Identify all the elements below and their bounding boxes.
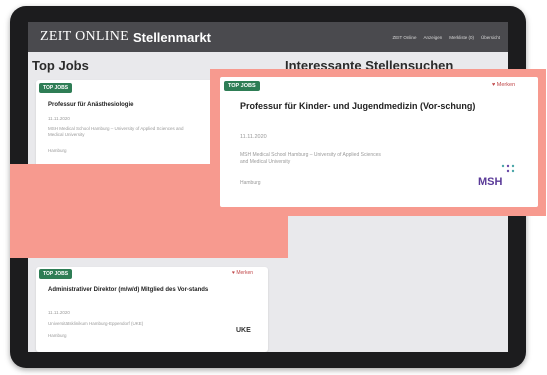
top-navigation: ZEIT Online Anzeigen Merkliste (0) Übers… [393, 35, 500, 40]
logo-dots-icon [501, 164, 515, 173]
job-employer: MSH Medical School Hamburg – University … [48, 126, 184, 137]
site-logo-sub[interactable]: Stellenmarkt [133, 30, 211, 45]
nav-item-merkliste[interactable]: Merkliste (0) [449, 35, 474, 40]
top-jobs-badge: TOP JOBS [39, 269, 73, 279]
job-date: 11.11.2020 [48, 310, 70, 315]
site-header: ZEIT ONLINE Stellenmarkt ZEIT Online Anz… [28, 22, 508, 52]
merken-button[interactable]: ♥ Merken [232, 270, 253, 276]
nav-item-uebersicht[interactable]: Übersicht [481, 35, 500, 40]
top-jobs-badge: TOP JOBS [39, 83, 73, 93]
job-date: 11.11.2020 [240, 134, 267, 140]
employer-logo: MSH [478, 176, 503, 188]
top-jobs-heading: Top Jobs [32, 58, 89, 73]
employer-logo: UKE [236, 327, 251, 334]
featured-job-card[interactable]: TOP JOBS ♥ Merken Professur für Kinder- … [220, 77, 538, 207]
job-location: Hamburg [240, 180, 261, 186]
job-date: 11.11.2020 [48, 116, 70, 121]
site-logo[interactable]: ZEIT ONLINE [40, 29, 129, 45]
job-employer: Universitätsklinikum Hamburg-Eppendorf (… [48, 321, 144, 326]
job-employer: MSH Medical School Hamburg – University … [240, 152, 381, 165]
job-card[interactable]: TOP JOBS ♥ Merken Administrativer Direkt… [36, 267, 268, 352]
top-jobs-badge: TOP JOBS [224, 81, 260, 91]
job-location: Hamburg [48, 333, 67, 338]
job-title[interactable]: Administrativer Direktor (m/w/d) Mitglie… [48, 285, 248, 296]
nav-item-anzeigen[interactable]: Anzeigen [423, 35, 442, 40]
job-location: Hamburg [48, 148, 67, 153]
job-title[interactable]: Professur für Anästhesiologie [48, 102, 133, 108]
merken-button[interactable]: ♥ Merken [492, 82, 515, 88]
nav-item-zeit-online[interactable]: ZEIT Online [393, 35, 417, 40]
job-title[interactable]: Professur für Kinder- und Jugendmedizin … [240, 99, 510, 114]
